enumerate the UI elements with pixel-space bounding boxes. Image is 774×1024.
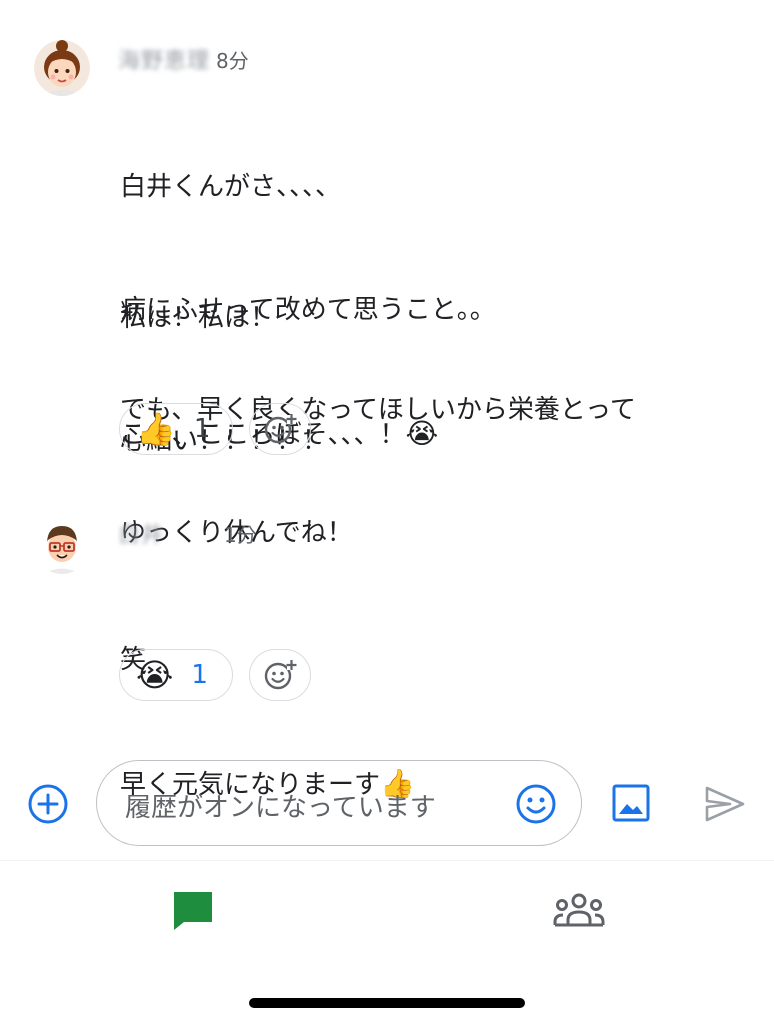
add-reaction-icon	[264, 414, 297, 444]
plus-circle-icon	[28, 784, 68, 824]
avatar-woman[interactable]	[34, 40, 90, 96]
reaction-row: 👍 1	[119, 403, 311, 457]
reaction-chip-crying[interactable]: 😭 1	[119, 649, 233, 701]
nav-tab-people[interactable]	[553, 892, 605, 928]
reaction-chip-thumbs-up[interactable]: 👍 1	[119, 403, 233, 455]
crying-face-emoji: 😭	[136, 656, 174, 694]
reaction-count: 1	[191, 660, 208, 690]
add-reaction-button[interactable]	[249, 403, 311, 455]
add-reaction-icon	[264, 660, 297, 690]
attach-image-button[interactable]	[612, 784, 650, 822]
message-input[interactable]: 履歴がオンになっています	[96, 760, 582, 846]
image-icon	[612, 784, 650, 822]
avatar-man[interactable]	[34, 518, 90, 574]
message-input-placeholder: 履歴がオンになっています	[125, 793, 436, 823]
message-line: 白井くんがさ、、、、	[120, 172, 342, 202]
thumbs-up-emoji: 👍	[136, 410, 176, 448]
people-icon	[553, 893, 605, 927]
nav-divider	[0, 860, 774, 861]
emoji-picker-button[interactable]	[515, 783, 557, 825]
message-meta: 白井 1分	[118, 518, 257, 549]
message-composer: 履歴がオンになっています	[0, 760, 774, 848]
send-button[interactable]	[704, 785, 746, 823]
reaction-count: 1	[193, 414, 211, 444]
reaction-row: 😭 1	[119, 649, 311, 703]
add-reaction-button[interactable]	[249, 649, 311, 701]
home-indicator	[249, 998, 525, 1008]
send-icon	[705, 786, 745, 822]
nav-tab-chat[interactable]	[172, 890, 214, 932]
chat-icon	[174, 892, 212, 930]
message-time: 8分	[216, 48, 249, 73]
add-attachment-button[interactable]	[27, 783, 69, 825]
message-meta: 海野恵理 8分	[118, 44, 249, 75]
smile-icon	[516, 784, 556, 824]
message-time: 1分	[224, 522, 257, 547]
author-name: 海野恵理	[118, 49, 211, 74]
author-name: 白井	[118, 523, 165, 548]
